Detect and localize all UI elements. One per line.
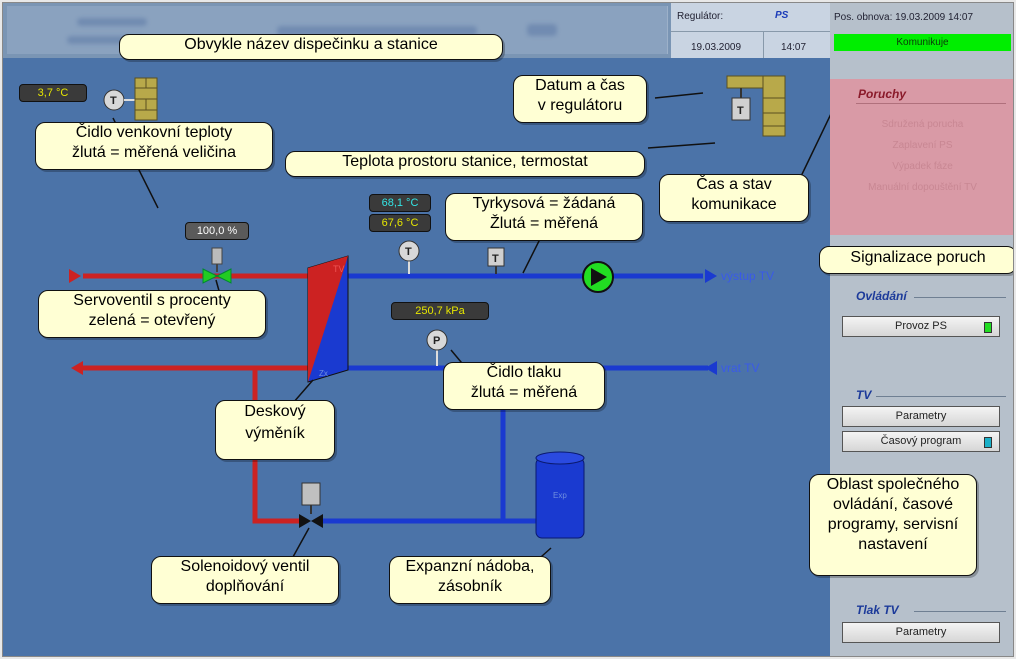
regulator-info: Regulátor: PS 19.03.2009 14:07	[671, 3, 831, 58]
tv-schedule-button[interactable]: Časový program	[842, 431, 1000, 452]
vessel-tag: Exp	[553, 491, 567, 500]
tv-supply-arrow-icon	[705, 269, 717, 283]
tv-return-arrow-icon	[705, 361, 717, 375]
last-update-text: Pos. obnova: 19.03.2009 14:07	[834, 12, 974, 23]
supply-temp-sensor-icon: T	[398, 240, 420, 274]
callout-header: Obvykle název dispečinku a stanice	[119, 34, 503, 60]
tv-parameters-button[interactable]: Parametry	[842, 406, 1000, 427]
callout-datetime: Datum a čas v regulátoru	[513, 75, 647, 123]
outdoor-temp-sensor-icon: T	[103, 89, 135, 111]
measured-temp-display: 67,6 °C	[369, 214, 431, 232]
faults-panel: Poruchy Sdružená porucha Zaplavení PS Vý…	[830, 79, 1013, 235]
svg-text:T: T	[492, 253, 499, 265]
setpoint-temp-display: 68,1 °C	[369, 194, 431, 212]
fault-item[interactable]: Sdružená porucha	[830, 119, 1013, 130]
tv-parameters-label: Parametry	[895, 410, 947, 422]
provoz-ps-label: Provoz PS	[895, 320, 947, 332]
callout-outdoor: Čidlo venkovní teploty žlutá = měřená ve…	[35, 122, 273, 170]
svg-text:T: T	[405, 246, 412, 258]
regulator-time: 14:07	[781, 42, 807, 53]
communication-status: Komunikuje	[834, 34, 1011, 51]
fault-item[interactable]: Výpadek fáze	[830, 161, 1013, 172]
control-title: Ovládání	[856, 289, 907, 303]
regulator-value: PS	[775, 10, 789, 21]
outdoor-temp-display: 3,7 °C	[19, 84, 87, 102]
valve-percent-display: 100,0 %	[185, 222, 249, 240]
blurred-logo	[527, 24, 557, 36]
expansion-vessel-icon: Exp	[535, 451, 585, 539]
scheme-area: TV Zx T T P T T Exp výstup TV vrat TV 3,…	[3, 58, 830, 656]
output-tv-label: výstup TV	[721, 269, 774, 283]
pump-icon	[582, 261, 614, 293]
pressure-display: 250,7 kPa	[391, 302, 489, 320]
blurred-title	[77, 18, 147, 26]
callout-vessel: Expanzní nádoba, zásobník	[389, 556, 551, 604]
pressure-parameters-button[interactable]: Parametry	[842, 622, 1000, 643]
exchanger-tag: TV	[333, 264, 345, 274]
primary-inlet-arrow-icon	[69, 269, 81, 283]
pressure-tv-title: Tlak TV	[856, 603, 899, 617]
regulator-label: Regulátor:	[677, 11, 724, 22]
tv-title: TV	[856, 388, 872, 402]
room-thermostat-icon: T	[726, 75, 786, 137]
fault-item[interactable]: Manuální dopouštění TV	[830, 182, 1013, 193]
callout-room: Teplota prostoru stanice, termostat	[285, 151, 645, 177]
return-tv-label: vrat TV	[721, 361, 759, 375]
thermostat-icon: T	[487, 247, 505, 274]
regulator-date: 19.03.2009	[691, 42, 742, 53]
svg-text:P: P	[433, 335, 440, 347]
status-led-icon	[984, 322, 992, 333]
callout-comm: Čas a stav komunikace	[659, 174, 809, 222]
callout-valve: Servoventil s procenty zelená = otevřený	[38, 290, 266, 338]
svg-text:T: T	[110, 95, 117, 107]
outdoor-wall-icon	[134, 77, 158, 121]
callout-pressure: Čidlo tlaku žlutá = měřená	[443, 362, 605, 410]
pressure-parameters-label: Parametry	[895, 626, 947, 638]
svg-text:T: T	[737, 105, 744, 117]
callout-solenoid: Solenoidový ventil doplňování	[151, 556, 339, 604]
schedule-led-icon	[984, 437, 992, 448]
primary-outlet-arrow-icon	[71, 361, 83, 375]
scada-window: Regulátor: PS 19.03.2009 14:07 Pos. obno…	[2, 2, 1014, 657]
exchanger-tag2: Zx	[319, 369, 328, 378]
callout-exchanger: Deskový výměník	[215, 400, 335, 460]
provoz-ps-button[interactable]: Provoz PS	[842, 316, 1000, 337]
tv-schedule-label: Časový program	[880, 435, 962, 447]
pressure-sensor-icon: P	[426, 329, 448, 366]
callout-setpoint: Tyrkysová = žádaná Žlutá = měřená	[445, 193, 643, 241]
callout-common: Oblast společného ovládání, časové progr…	[809, 474, 977, 576]
solenoid-valve-icon	[299, 482, 323, 528]
fault-item[interactable]: Zaplavení PS	[830, 140, 1013, 151]
callout-faults: Signalizace poruch	[819, 246, 1013, 274]
faults-title: Poruchy	[858, 87, 907, 101]
plate-exchanger-icon: TV Zx	[307, 255, 349, 383]
